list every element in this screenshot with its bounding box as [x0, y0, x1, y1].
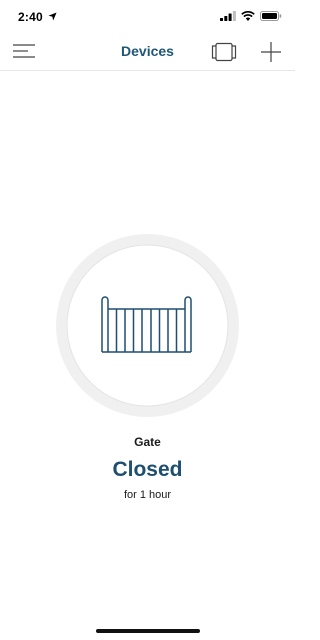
battery-icon: [260, 11, 282, 21]
signal-icon: [220, 11, 236, 21]
home-indicator[interactable]: [96, 629, 200, 633]
device-name: Gate: [134, 435, 161, 449]
status-bar: 2:40: [0, 0, 295, 34]
gate-toggle-button[interactable]: [55, 233, 240, 418]
device-state-duration: for 1 hour: [123, 489, 172, 501]
device-state: Closed: [112, 458, 183, 481]
card-view-icon[interactable]: [211, 42, 237, 62]
wifi-icon: [241, 11, 255, 21]
add-icon[interactable]: [261, 42, 281, 62]
status-icons: [220, 11, 282, 21]
location-arrow-icon: [48, 12, 57, 21]
page-title: Devices: [121, 43, 174, 59]
nav-bar: Devices: [0, 34, 295, 71]
status-time: 2:40: [18, 10, 43, 24]
app-screen: 2:40 Devices Gate Closed for 1 hour: [0, 0, 295, 640]
